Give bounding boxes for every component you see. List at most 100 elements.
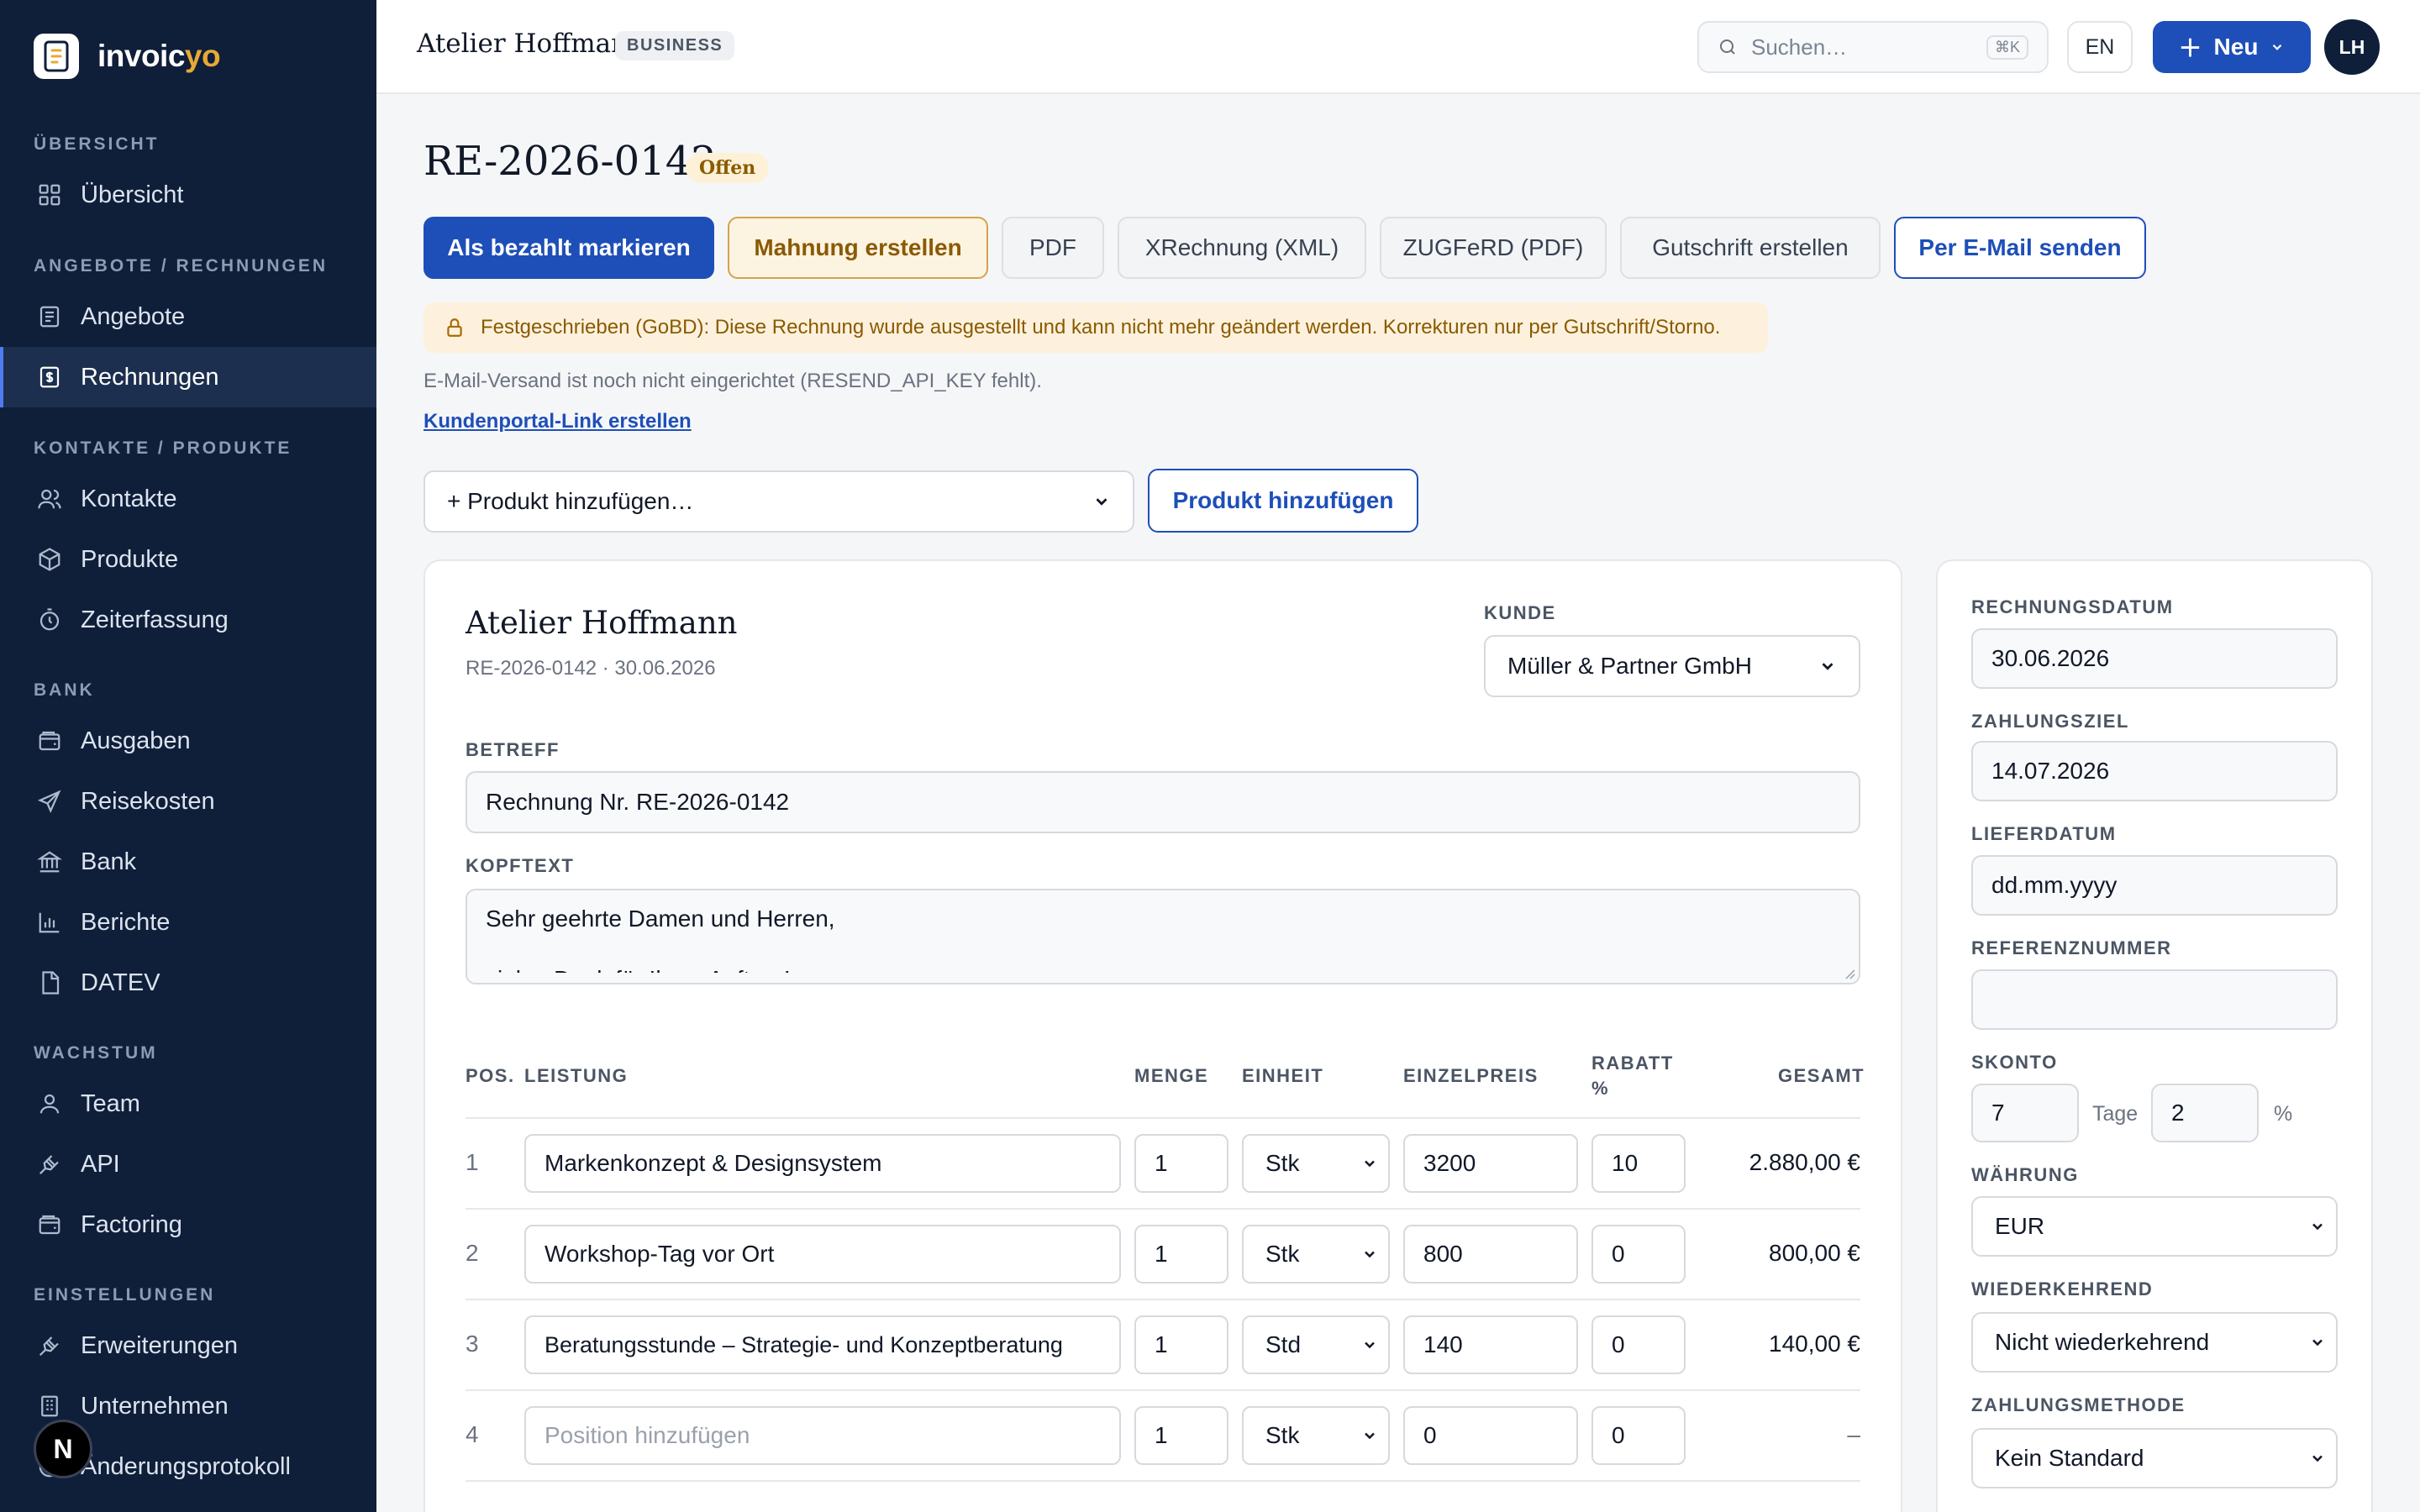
discount-value: 0 — [1612, 1241, 1625, 1267]
sidebar-item-expenses[interactable]: Ausgaben — [0, 711, 376, 771]
qty-input[interactable]: 1 — [1134, 1315, 1228, 1374]
new-button-label: Neu — [2213, 34, 2259, 60]
price-input[interactable]: 3200 — [1403, 1134, 1578, 1193]
skonto-days-field[interactable]: 7 — [1971, 1084, 2079, 1142]
resize-handle-icon[interactable] — [1842, 966, 1855, 979]
discount-input[interactable]: 0 — [1591, 1315, 1686, 1374]
delivery-date-field[interactable]: dd.mm.yyyy — [1971, 855, 2338, 916]
xrechnung-button[interactable]: XRechnung (XML) — [1118, 217, 1366, 279]
sidebar-item-label: Produkte — [81, 545, 179, 573]
divider — [466, 1480, 1860, 1482]
nav-section-contacts-products: KONTAKTE / PRODUKTE — [34, 438, 292, 458]
pdf-button[interactable]: PDF — [1002, 217, 1104, 279]
search-input[interactable]: Suchen… ⌘K — [1697, 21, 2049, 73]
recurring-label: WIEDERKEHREND — [1971, 1278, 2154, 1299]
discount-input[interactable]: 10 — [1591, 1134, 1686, 1193]
payment-method-label: ZAHLUNGSMETHODE — [1971, 1394, 2186, 1415]
price-input[interactable]: 140 — [1403, 1315, 1578, 1374]
sidebar-item-overview[interactable]: Übersicht — [0, 165, 376, 225]
sidebar-item-datev[interactable]: DATEV — [0, 953, 376, 1013]
header-text-line: vielen Dank für Ihren Auftrag! — [486, 961, 1840, 973]
send-email-button[interactable]: Per E-Mail senden — [1894, 217, 2146, 279]
divider — [466, 1389, 1860, 1391]
sidebar-item-team[interactable]: Team — [0, 1074, 376, 1134]
create-reminder-button[interactable]: Mahnung erstellen — [728, 217, 988, 279]
users-icon — [38, 489, 61, 509]
sidebar-item-label: DATEV — [81, 969, 160, 996]
customer-select[interactable]: Müller & Partner GmbH — [1484, 635, 1860, 697]
sidebar-item-invoices[interactable]: Rechnungen — [0, 347, 376, 407]
row-pos: 1 — [466, 1149, 479, 1175]
customer-label: KUNDE — [1484, 602, 1556, 623]
language-button[interactable]: EN — [2067, 21, 2133, 73]
help-launcher-button[interactable]: N — [34, 1420, 92, 1478]
unit-value: Std — [1265, 1331, 1302, 1357]
delivery-date-label: LIEFERDATUM — [1971, 823, 2117, 844]
unit-select[interactable]: Stk — [1242, 1406, 1390, 1465]
file-icon — [42, 971, 60, 995]
invoice-date-value: 30.06.2026 — [1991, 645, 2110, 671]
chevron-down-icon — [1096, 498, 1107, 506]
sidebar-item-api[interactable]: API — [0, 1134, 376, 1194]
price-input[interactable]: 800 — [1403, 1225, 1578, 1284]
sidebar-item-offers[interactable]: Angebote — [0, 286, 376, 347]
subject-field[interactable]: Rechnung Nr. RE-2026-0142 — [466, 771, 1860, 833]
document-icon — [39, 306, 60, 328]
plug-icon — [39, 1155, 59, 1175]
due-date-field[interactable]: 14.07.2026 — [1971, 741, 2338, 801]
price-input[interactable]: 0 — [1403, 1406, 1578, 1465]
sidebar-item-contacts[interactable]: Kontakte — [0, 469, 376, 529]
unit-select[interactable]: Stk — [1242, 1225, 1390, 1284]
service-input[interactable]: Beratungsstunde – Strategie- und Konzept… — [524, 1315, 1121, 1374]
avatar[interactable]: LH — [2324, 19, 2380, 75]
qty-value: 1 — [1155, 1331, 1168, 1357]
sidebar: invoicyo ÜBERSICHT Übersicht ANGEBOTE / … — [0, 0, 376, 1512]
discount-input[interactable]: 0 — [1591, 1406, 1686, 1465]
currency-value: EUR — [1995, 1213, 2045, 1239]
sidebar-item-label: Rechnungen — [81, 363, 219, 391]
qty-input[interactable]: 1 — [1134, 1406, 1228, 1465]
skonto-percent-field[interactable]: 2 — [2151, 1084, 2259, 1142]
skonto-percent-value: 2 — [2171, 1100, 2185, 1126]
sidebar-item-factoring[interactable]: Factoring — [0, 1194, 376, 1255]
mark-paid-button[interactable]: Als bezahlt markieren — [424, 217, 714, 279]
service-input[interactable]: Markenkonzept & Designsystem — [524, 1134, 1121, 1193]
unit-select[interactable]: Std — [1242, 1315, 1390, 1374]
zugferd-button[interactable]: ZUGFeRD (PDF) — [1380, 217, 1607, 279]
recurring-select[interactable]: Nicht wiederkehrend — [1971, 1312, 2338, 1373]
unit-value: Stk — [1265, 1241, 1300, 1267]
sidebar-item-label: Unternehmen — [81, 1392, 229, 1420]
sidebar-item-products[interactable]: Produkte — [0, 529, 376, 590]
stopwatch-icon — [39, 608, 60, 631]
product-select-value: + Produkt hinzufügen… — [447, 488, 694, 514]
discount-input[interactable]: 0 — [1591, 1225, 1686, 1284]
new-button[interactable]: ＋ Neu — [2153, 21, 2311, 73]
nav-section-growth: WACHSTUM — [34, 1043, 158, 1063]
payment-method-select[interactable]: Kein Standard — [1971, 1428, 2338, 1488]
currency-select[interactable]: EUR — [1971, 1196, 2338, 1257]
sidebar-item-reports[interactable]: Berichte — [0, 892, 376, 953]
invoice-date-field[interactable]: 30.06.2026 — [1971, 628, 2338, 689]
reference-field[interactable] — [1971, 969, 2338, 1030]
sidebar-item-label: Angebote — [81, 302, 186, 330]
editor-meta: RE-2026-0142 · 30.06.2026 — [466, 657, 716, 680]
service-input[interactable]: Position hinzufügen — [524, 1406, 1121, 1465]
qty-input[interactable]: 1 — [1134, 1134, 1228, 1193]
product-select[interactable]: + Produkt hinzufügen… — [424, 470, 1134, 533]
qty-input[interactable]: 1 — [1134, 1225, 1228, 1284]
sidebar-item-bank[interactable]: Bank — [0, 832, 376, 892]
customer-portal-link[interactable]: Kundenportal-Link erstellen — [424, 410, 692, 433]
brand-logo[interactable]: invoicyo — [34, 34, 221, 79]
delivery-date-placeholder: dd.mm.yyyy — [1991, 872, 2118, 898]
sidebar-item-time-tracking[interactable]: Zeiterfassung — [0, 590, 376, 650]
invoice-icon — [39, 366, 60, 388]
box-icon — [39, 548, 60, 571]
sidebar-item-travel-costs[interactable]: Reisekosten — [0, 771, 376, 832]
create-credit-note-button[interactable]: Gutschrift erstellen — [1620, 217, 1881, 279]
sidebar-item-extensions[interactable]: Erweiterungen — [0, 1315, 376, 1376]
header-text-field[interactable]: Sehr geehrte Damen und Herren, vielen Da… — [466, 889, 1860, 984]
add-product-button[interactable]: Produkt hinzufügen — [1148, 469, 1418, 533]
service-input[interactable]: Workshop-Tag vor Ort — [524, 1225, 1121, 1284]
unit-select[interactable]: Stk — [1242, 1134, 1390, 1193]
row-total: 2.880,00 € — [1749, 1149, 1860, 1175]
